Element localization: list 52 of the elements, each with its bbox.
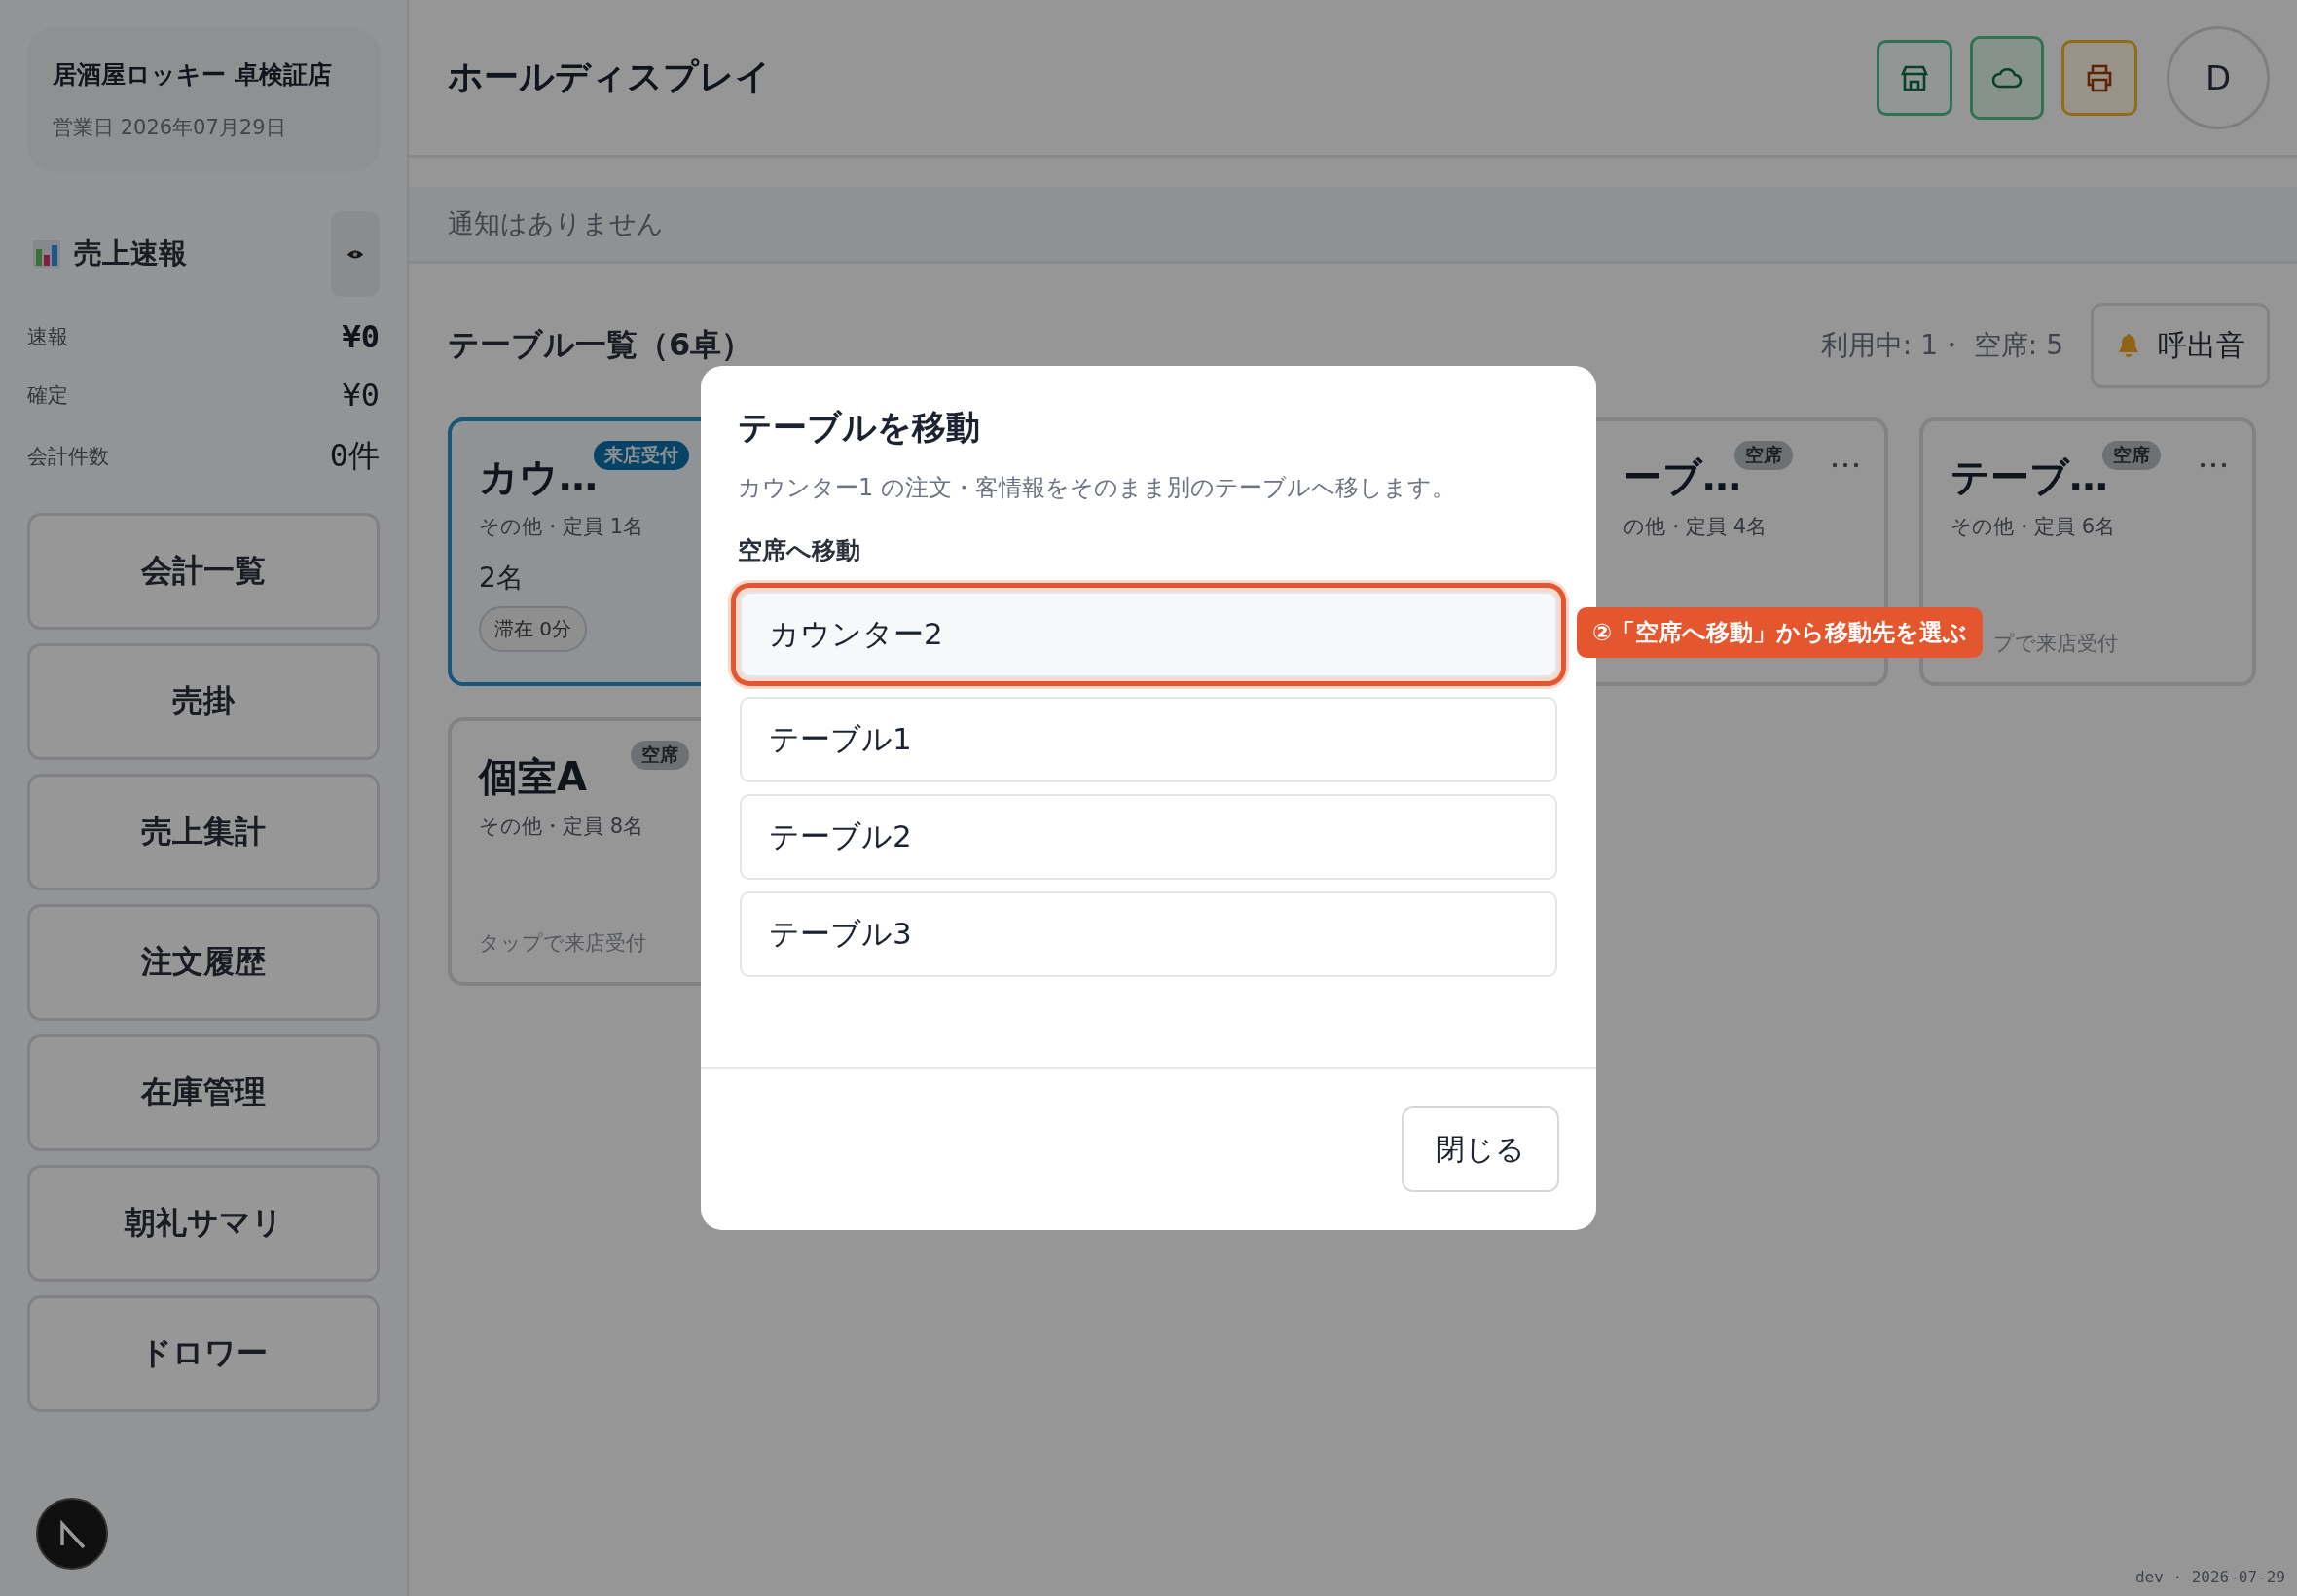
status-badge: 空席 bbox=[2102, 441, 2161, 470]
build-info: dev · 2026-07-29 bbox=[2134, 1568, 2285, 1586]
printer-button[interactable] bbox=[2061, 39, 2137, 116]
stay-pill: 滞在 0分 bbox=[479, 606, 588, 652]
tap-hint: タップで来店受付 bbox=[479, 930, 647, 957]
bell-icon bbox=[2117, 333, 2140, 358]
store-button[interactable] bbox=[1877, 39, 1952, 116]
nav-button[interactable]: 注文履歴 bbox=[27, 904, 380, 1021]
table-name: 個室A bbox=[479, 753, 587, 801]
nav-button[interactable]: ドロワー bbox=[27, 1295, 380, 1412]
table-meta: その他・定員 1名 bbox=[479, 514, 645, 540]
section-title: テーブル一覧（6卓） bbox=[448, 325, 754, 365]
stat-label: 会計件数 bbox=[27, 444, 109, 470]
table-meta: その他・定員 8名 bbox=[479, 814, 645, 840]
nav-button[interactable]: 売掛 bbox=[27, 643, 380, 760]
nav-button[interactable]: 在庫管理 bbox=[27, 1034, 380, 1151]
stat-value: ¥0 bbox=[342, 377, 380, 414]
guest-count: 2名 bbox=[479, 561, 525, 596]
table-meta: その他・定員 6名 bbox=[1951, 514, 2117, 540]
close-button[interactable]: 閉じる bbox=[1402, 1106, 1559, 1192]
table-option[interactable]: テーブル2 bbox=[740, 794, 1557, 880]
stat-value: ¥0 bbox=[342, 318, 380, 355]
stat-value: 0件 bbox=[329, 436, 380, 476]
eye-icon bbox=[346, 248, 364, 260]
nav-button[interactable]: 売上集計 bbox=[27, 774, 380, 890]
cloud-icon bbox=[1991, 66, 2023, 89]
cloud-button[interactable] bbox=[1970, 35, 2044, 120]
user-avatar[interactable]: D bbox=[2167, 25, 2270, 129]
table-option[interactable]: テーブル1 bbox=[740, 697, 1557, 782]
status-badge: 来店受付 bbox=[594, 441, 689, 470]
status-badge: 空席 bbox=[631, 741, 689, 770]
table-option[interactable]: テーブル3 bbox=[740, 891, 1557, 977]
sales-title: 売上速報 bbox=[74, 236, 188, 272]
call-sound-button[interactable]: 呼出音 bbox=[2091, 303, 2270, 388]
tap-hint: プで来店受付 bbox=[1992, 631, 2119, 657]
status-badge: 空席 bbox=[1734, 441, 1793, 470]
business-date: 営業日 2026年07月29日 bbox=[53, 115, 287, 141]
circle-logo-icon[interactable] bbox=[35, 1497, 109, 1571]
store-name: 居酒屋ロッキー 卓検証店 bbox=[53, 59, 333, 91]
stat-label: 速報 bbox=[27, 324, 68, 350]
stat-label: 確定 bbox=[27, 382, 68, 409]
table-meta: の他・定員 4名 bbox=[1622, 514, 1768, 540]
page-title: ホールディスプレイ bbox=[448, 55, 772, 98]
more-icon[interactable] bbox=[1832, 462, 1859, 468]
bar-chart-icon bbox=[33, 240, 60, 268]
table-summary: 利用中: 1・ 空席: 5 bbox=[1820, 328, 2063, 363]
more-icon[interactable] bbox=[2200, 462, 2227, 468]
nav-button[interactable]: 朝礼サマリ bbox=[27, 1165, 380, 1282]
notice-text: 通知はありません bbox=[448, 207, 664, 240]
nav-button[interactable]: 会計一覧 bbox=[27, 513, 380, 630]
printer-icon bbox=[2085, 62, 2114, 92]
tutorial-callout: ②「空席へ移動」から移動先を選ぶ bbox=[1577, 607, 1984, 658]
